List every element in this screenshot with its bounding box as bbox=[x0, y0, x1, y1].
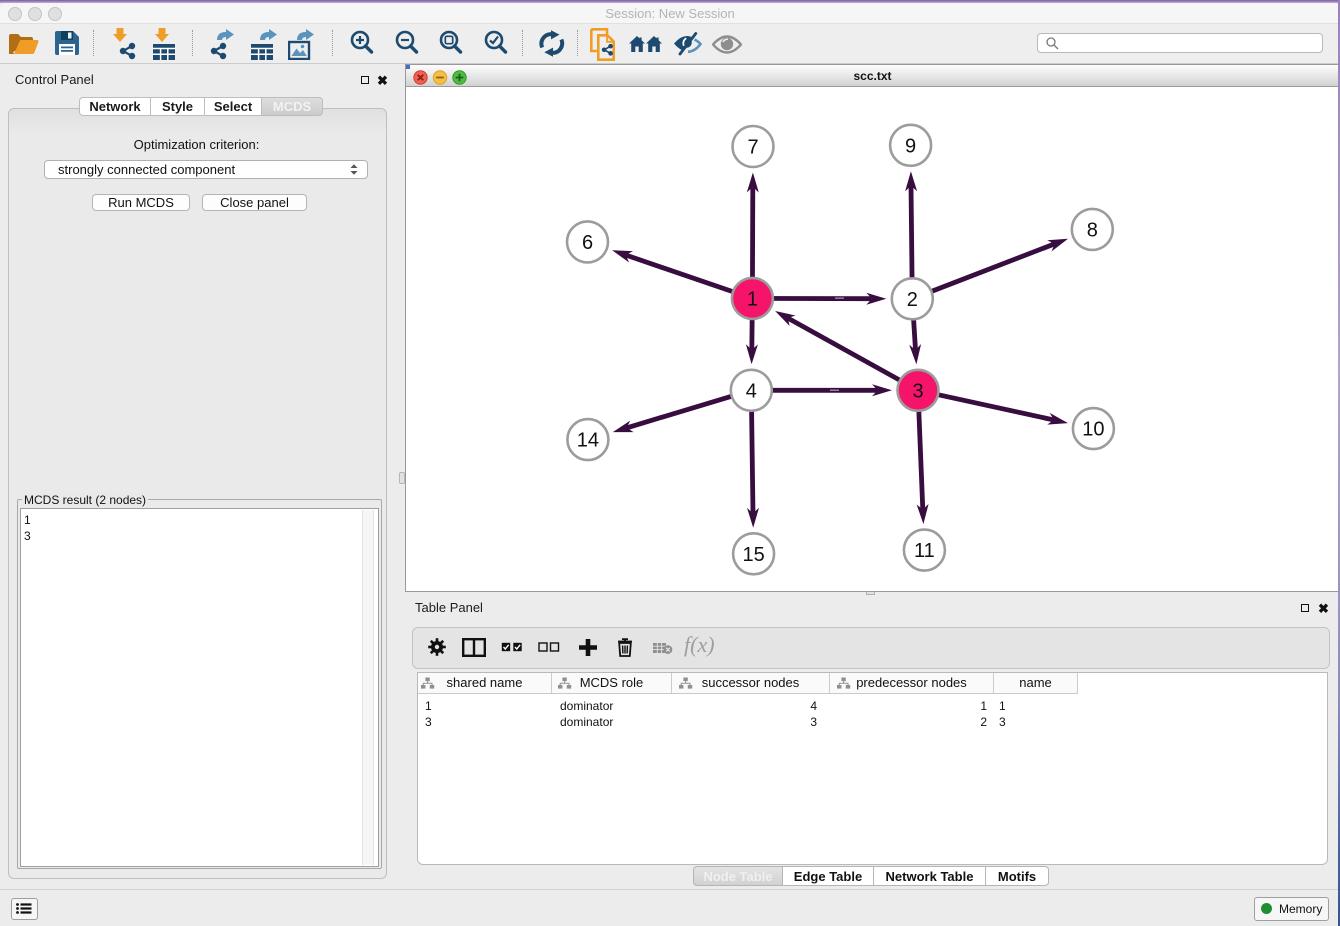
svg-text:3: 3 bbox=[912, 380, 923, 402]
svg-text:4: 4 bbox=[746, 380, 757, 402]
svg-text:6: 6 bbox=[582, 232, 593, 254]
svg-text:1: 1 bbox=[747, 288, 758, 310]
svg-text:11: 11 bbox=[914, 540, 935, 562]
svg-text:2: 2 bbox=[907, 289, 918, 311]
svg-text:9: 9 bbox=[905, 135, 916, 157]
svg-text:15: 15 bbox=[742, 544, 764, 566]
svg-text:10: 10 bbox=[1082, 419, 1104, 441]
svg-text:14: 14 bbox=[577, 430, 599, 452]
svg-text:7: 7 bbox=[747, 137, 758, 159]
svg-text:8: 8 bbox=[1087, 219, 1098, 241]
